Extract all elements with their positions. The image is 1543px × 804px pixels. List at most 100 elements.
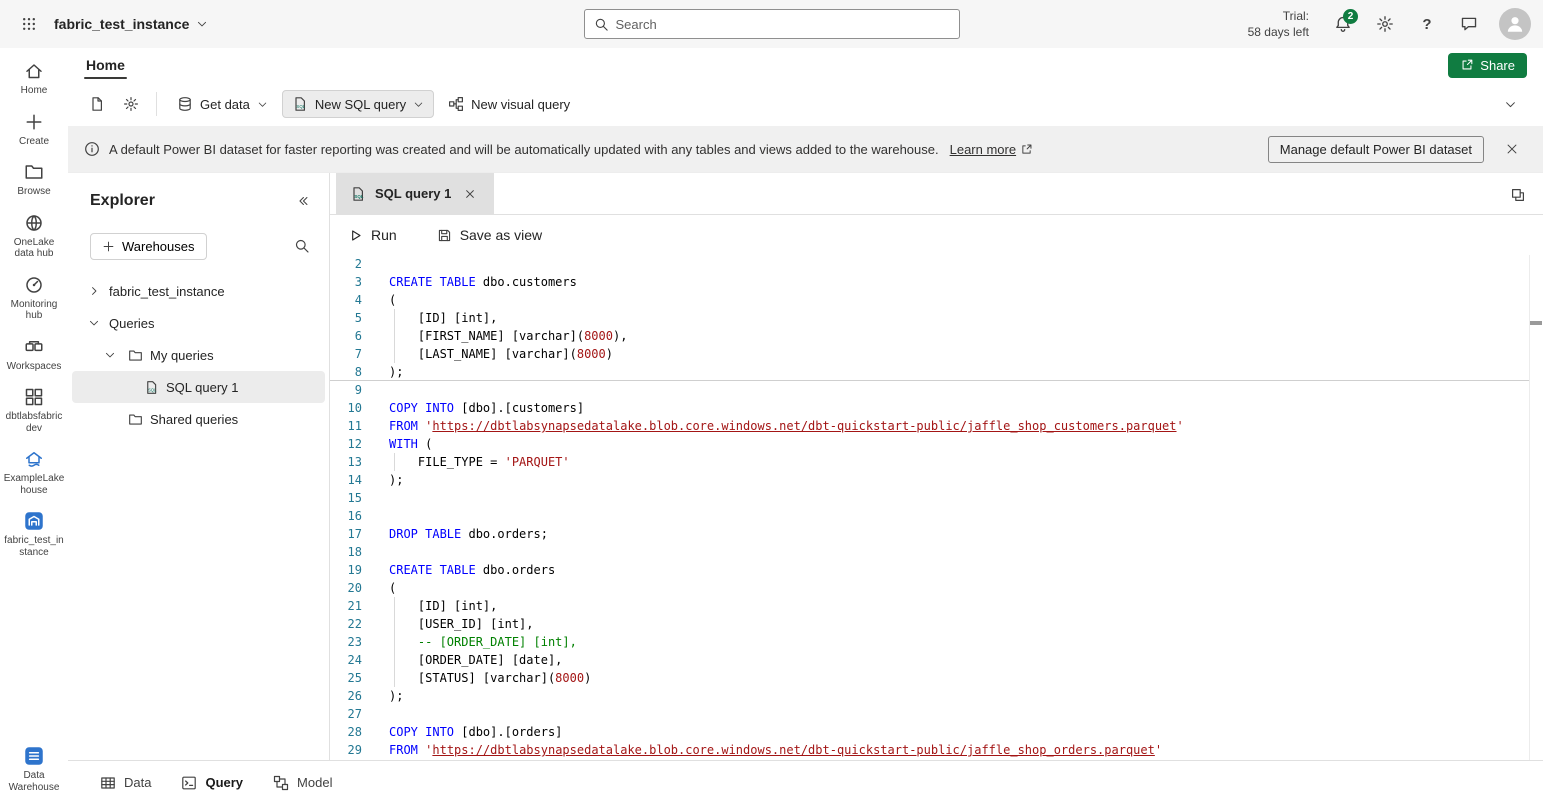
settings-icon (123, 96, 139, 112)
onelake-icon (24, 213, 44, 233)
collapse-ribbon-button[interactable] (1495, 89, 1525, 119)
sqlfile-icon: SQL (141, 379, 161, 395)
explorer-title: Explorer (90, 192, 155, 210)
tree-item-shared-queries[interactable]: Shared queries (72, 403, 325, 435)
settings-button[interactable] (1367, 6, 1403, 42)
default-dataset-banner: A default Power BI dataset for faster re… (68, 126, 1543, 172)
bottom-tab-query[interactable]: Query (181, 775, 243, 791)
nav-item-create[interactable]: Create (2, 109, 66, 151)
banner-close-button[interactable] (1497, 134, 1527, 164)
nav-item-dbtlabsfabricdev[interactable]: dbtlabsfabricdev (2, 384, 66, 437)
tree-item-my-queries[interactable]: My queries (72, 339, 325, 371)
terminal-icon (181, 775, 197, 791)
account-avatar[interactable] (1499, 8, 1531, 40)
workspace-switcher[interactable]: fabric_test_instance (54, 16, 208, 32)
chevron-down-icon (1504, 98, 1517, 111)
current-line-indicator (330, 380, 1529, 381)
code-editor[interactable]: 2345678910111213141516171819202122232425… (330, 255, 1543, 760)
svg-text:SQL: SQL (296, 104, 305, 109)
play-icon (348, 228, 363, 243)
monitoring-icon (24, 275, 44, 295)
manage-default-dataset-button[interactable]: Manage default Power BI dataset (1268, 136, 1484, 163)
code-line: [USER_ID] [int], (389, 615, 1543, 633)
chevron-right-icon[interactable] (84, 283, 104, 299)
add-warehouses-button[interactable]: Warehouses (90, 233, 207, 260)
global-search[interactable] (584, 9, 960, 39)
chevron-spacer (116, 379, 136, 395)
code-line (389, 489, 1543, 507)
new-query-icon-button[interactable] (82, 89, 112, 119)
notification-badge: 2 (1343, 9, 1358, 24)
search-input[interactable] (616, 17, 950, 32)
get-data-label: Get data (200, 97, 250, 112)
new-sql-query-button[interactable]: SQL New SQL query (282, 90, 434, 118)
warehouses-label: Warehouses (122, 239, 195, 254)
share-button[interactable]: Share (1448, 53, 1527, 78)
home-ribbon-toolbar: Get data SQL New SQL query New visual qu… (68, 82, 1543, 126)
banner-message: A default Power BI dataset for faster re… (109, 142, 939, 157)
code-line: [FIRST_NAME] [varchar](8000), (389, 327, 1543, 345)
app-launcher-button[interactable] (12, 7, 46, 41)
chevron-down-icon (257, 99, 268, 110)
share-label: Share (1480, 58, 1515, 73)
code-line: FROM 'https://dbtlabsynapsedatalake.blob… (389, 417, 1543, 435)
save-icon (437, 228, 452, 243)
tab-home[interactable]: Home (84, 51, 127, 79)
nav-item-monitoring-hub[interactable]: Monitoring hub (2, 272, 66, 325)
code-line (389, 381, 1543, 399)
left-nav-items: Home Create Browse OneLake data hub Monitori… (0, 48, 68, 804)
nav-item-onelake-data-hub[interactable]: OneLake data hub (2, 210, 66, 263)
sql-file-icon: SQL (350, 186, 366, 202)
save-as-view-button[interactable]: Save as view (437, 227, 542, 243)
nav-item-home[interactable]: Home (2, 58, 66, 100)
tree-item-queries[interactable]: Queries (72, 307, 325, 339)
nav-item-browse[interactable]: Browse (2, 159, 66, 201)
tree-item-sql-query-1[interactable]: SQLSQL query 1 (72, 371, 325, 403)
nav-item-data-warehouse[interactable]: Data Warehouse (2, 743, 66, 796)
new-visual-query-button[interactable]: New visual query (438, 90, 580, 118)
notifications-button[interactable]: 2 (1325, 6, 1361, 42)
feedback-icon (1460, 15, 1478, 33)
waffle-icon (21, 16, 37, 32)
bottom-tab-data[interactable]: Data (100, 775, 151, 791)
code-line: COPY INTO [dbo].[orders] (389, 723, 1543, 741)
tree-item-fabric-test-instance[interactable]: fabric_test_instance (72, 275, 325, 307)
feedback-button[interactable] (1451, 6, 1487, 42)
editor-tabstrip: SQL SQL query 1 (330, 173, 1543, 215)
warehouse-settings-button[interactable] (116, 89, 146, 119)
editor-scrollbar[interactable] (1529, 255, 1543, 760)
get-data-button[interactable]: Get data (167, 90, 278, 118)
tab-sql-query-1[interactable]: SQL SQL query 1 (336, 173, 494, 215)
learn-more-link[interactable]: Learn more (950, 142, 1033, 157)
collapse-explorer-button[interactable] (289, 187, 317, 215)
code-line: [STATUS] [varchar](8000) (389, 669, 1543, 687)
bottom-tab-model[interactable]: Model (273, 775, 332, 791)
explorer-search-button[interactable] (287, 231, 317, 261)
run-button[interactable]: Run (348, 227, 397, 243)
trial-label: Trial: (1248, 8, 1309, 24)
query-editor-area: SQL SQL query 1 Run (330, 173, 1543, 760)
collapse-left-icon (296, 194, 310, 208)
ribbon-tab-row: Home Share (68, 48, 1543, 82)
bottom-view-switcher: Data Query Model (68, 760, 1543, 804)
close-icon (464, 188, 476, 200)
nav-item-fabric-test-instance[interactable]: fabric_test_instance (2, 508, 66, 561)
nav-item-workspaces[interactable]: Workspaces (2, 334, 66, 376)
chevron-down-icon (413, 99, 424, 110)
learn-more-label: Learn more (950, 142, 1016, 157)
new-visual-query-label: New visual query (471, 97, 570, 112)
copy-button[interactable] (1505, 182, 1531, 208)
chevron-down-icon[interactable] (84, 315, 104, 331)
help-button[interactable]: ? (1409, 6, 1445, 42)
external-link-icon (1020, 143, 1033, 156)
explorer-tree: fabric_test_instanceQueriesMy queriesSQL… (68, 275, 329, 435)
code-lines: CREATE TABLE dbo.customers( [ID] [int], … (389, 255, 1543, 760)
code-line: [LAST_NAME] [varchar](8000) (389, 345, 1543, 363)
tab-close-button[interactable] (460, 184, 480, 204)
code-line (389, 507, 1543, 525)
help-icon: ? (1422, 16, 1431, 33)
workspaces-icon (24, 337, 44, 357)
nav-item-examplelakehouse[interactable]: ExampleLakehouse (2, 446, 66, 499)
chevron-down-icon[interactable] (100, 347, 120, 363)
code-line: FILE_TYPE = 'PARQUET' (389, 453, 1543, 471)
